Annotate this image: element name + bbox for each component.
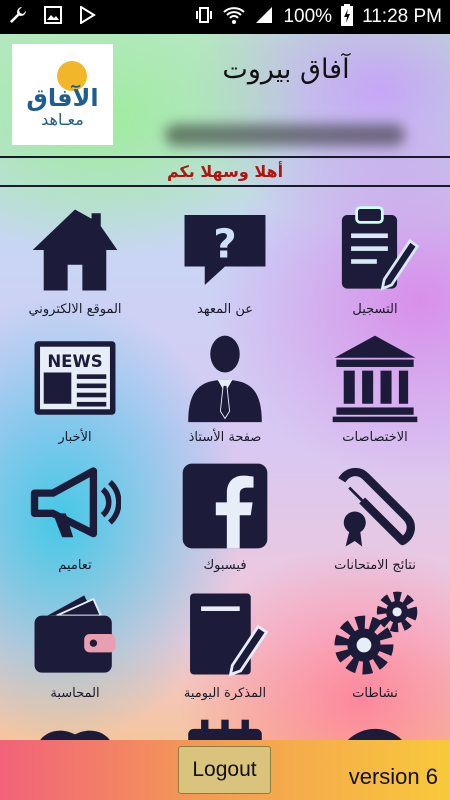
menu-item-website[interactable]: الموقع الالكتروني bbox=[0, 196, 150, 324]
menu-item-teacher-page[interactable]: صفحة الأستاذ bbox=[150, 324, 300, 452]
status-bar: 100% 11:28 PM bbox=[0, 0, 450, 34]
menu-item-label: فيسبوك bbox=[203, 558, 247, 573]
image-icon bbox=[44, 6, 62, 28]
clipboard-pencil-icon bbox=[341, 206, 420, 291]
welcome-text: أهلا وسهلا بكم bbox=[166, 162, 284, 181]
notebook-pencil-icon bbox=[190, 593, 269, 677]
menu-item-specializations[interactable]: الاختصاصات bbox=[300, 324, 450, 452]
menu-item-label: المحاسبة bbox=[50, 686, 100, 701]
gears-icon bbox=[334, 591, 418, 675]
menu-item-label: نتائج الامتحانات bbox=[334, 558, 416, 573]
institute-logo: الآفاق معـاهد bbox=[12, 44, 113, 145]
calendar-icon bbox=[188, 719, 262, 740]
menu-item-activities[interactable]: نشاطات bbox=[300, 580, 450, 708]
menu-item-label: صفحة الأستاذ bbox=[188, 430, 262, 445]
question-chat-icon: ? bbox=[184, 215, 266, 285]
menu-item-accounting[interactable]: المحاسبة bbox=[0, 580, 150, 708]
wifi-icon bbox=[223, 5, 246, 30]
svg-text:?: ? bbox=[213, 219, 236, 267]
wallet-icon bbox=[34, 595, 116, 673]
divider-top bbox=[0, 156, 450, 158]
facebook-icon bbox=[182, 463, 268, 549]
menu-item-label: الاختصاصات bbox=[342, 430, 408, 445]
menu-item-about[interactable]: ? عن المعهد bbox=[150, 196, 300, 324]
palm-tree-icon bbox=[40, 730, 110, 740]
home-icon bbox=[32, 209, 118, 291]
play-store-icon bbox=[78, 5, 96, 28]
version-label: version 6 bbox=[348, 764, 438, 789]
svg-text:NEWS: NEWS bbox=[47, 352, 102, 371]
signal-icon bbox=[254, 5, 274, 30]
menu-grid: التسجيل ? عن المعهد الموقع الالكتروني ال… bbox=[0, 190, 450, 740]
wrench-icon bbox=[8, 5, 28, 29]
teacher-icon bbox=[188, 335, 262, 423]
battery-charging-icon bbox=[341, 3, 354, 31]
divider-bottom bbox=[0, 185, 450, 187]
battery-percent: 100% bbox=[283, 6, 333, 27]
vibrate-icon bbox=[194, 5, 214, 30]
app-header: الآفاق معـاهد آفاق بيروت bbox=[0, 34, 450, 156]
menu-item-label: الموقع الالكتروني bbox=[28, 302, 122, 317]
logout-button[interactable]: Logout bbox=[178, 746, 271, 794]
menu-item-label: الأخبار bbox=[58, 430, 92, 445]
footer-bar: Logout version 6 bbox=[0, 740, 450, 800]
menu-item-partial-palm[interactable] bbox=[0, 708, 150, 740]
menu-item-label: المذكرة اليومية bbox=[183, 686, 267, 701]
circle-icon bbox=[347, 728, 403, 740]
menu-item-label: عن المعهد bbox=[197, 302, 253, 317]
menu-item-label: التسجيل bbox=[352, 302, 398, 317]
megaphone-icon bbox=[30, 467, 121, 538]
diploma-icon bbox=[338, 467, 415, 547]
menu-item-label: نشاطات bbox=[352, 686, 398, 701]
menu-item-facebook[interactable]: فيسبوك bbox=[150, 452, 300, 580]
menu-item-circulars[interactable]: تعاميم bbox=[0, 452, 150, 580]
blurred-subtitle bbox=[165, 124, 405, 146]
page-title: آفاق بيروت bbox=[222, 54, 350, 85]
menu-item-partial-calendar[interactable] bbox=[150, 708, 300, 740]
clock: 11:28 PM bbox=[362, 6, 442, 27]
logo-sub-text: معـاهد bbox=[41, 109, 84, 129]
menu-item-daily-notes[interactable]: المذكرة اليومية bbox=[150, 580, 300, 708]
menu-item-partial-circle[interactable] bbox=[300, 708, 450, 740]
menu-item-news[interactable]: NEWS الأخبار bbox=[0, 324, 150, 452]
menu-item-exam-results[interactable]: نتائج الامتحانات bbox=[300, 452, 450, 580]
menu-item-registration[interactable]: التسجيل bbox=[300, 196, 450, 324]
menu-item-label: تعاميم bbox=[58, 558, 92, 573]
institution-icon bbox=[332, 335, 418, 423]
logo-main-text: الآفاق bbox=[26, 83, 99, 112]
newspaper-icon: NEWS bbox=[34, 341, 116, 415]
